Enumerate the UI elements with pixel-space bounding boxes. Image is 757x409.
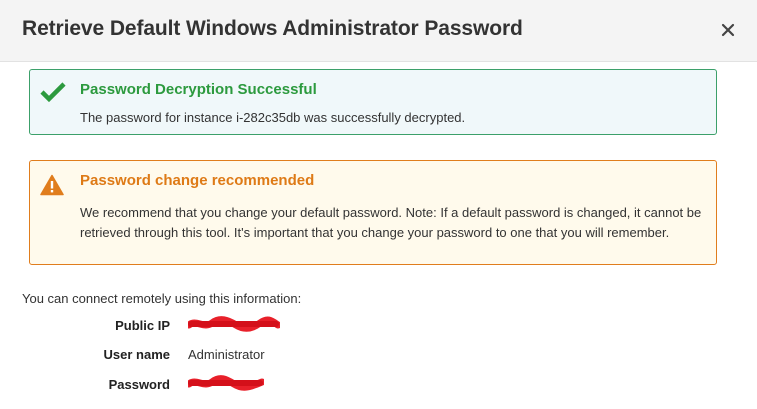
close-icon: [721, 23, 735, 37]
user-name-row: User name Administrator: [0, 347, 757, 369]
redacted-password: [188, 375, 264, 391]
public-ip-row: Public IP: [0, 316, 757, 340]
warning-alert-title: Password change recommended: [80, 172, 315, 189]
password-label: Password: [108, 377, 170, 392]
success-alert-title: Password Decryption Successful: [80, 81, 317, 98]
warning-triangle-icon: [40, 174, 64, 196]
dialog-title: Retrieve Default Windows Administrator P…: [22, 17, 523, 40]
password-row: Password: [0, 375, 757, 399]
dialog-header: Retrieve Default Windows Administrator P…: [0, 0, 757, 62]
success-alert-message: The password for instance i-282c35db was…: [80, 110, 466, 125]
warning-alert-message: We recommend that you change your defaul…: [80, 205, 702, 240]
checkmark-icon: [40, 82, 66, 103]
success-alert: Password Decryption Successful The passw…: [29, 69, 717, 135]
user-name-value: Administrator: [188, 347, 265, 362]
close-button[interactable]: [714, 16, 742, 44]
redacted-public-ip: [188, 316, 280, 332]
connection-intro: You can connect remotely using this info…: [22, 291, 302, 306]
user-name-label: User name: [103, 347, 170, 362]
public-ip-label: Public IP: [115, 318, 170, 333]
warning-alert: Password change recommended We recommend…: [29, 160, 717, 265]
